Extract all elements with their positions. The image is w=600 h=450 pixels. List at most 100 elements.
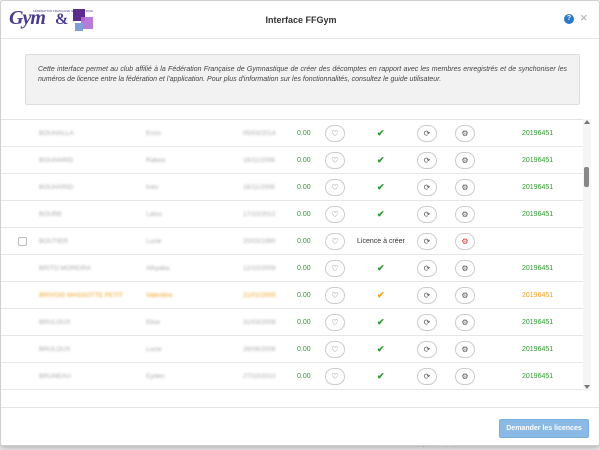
licence-number: 20196451: [522, 346, 554, 353]
table-row: BOUTIER Lucie 20/03/1990 0.00 ♡ Licence à cré…: [1, 228, 591, 255]
member-lastname: BOUHARID: [39, 184, 74, 191]
heart-icon[interactable]: ♡: [325, 152, 345, 169]
licence-number: 20196451: [522, 184, 554, 191]
gear-icon[interactable]: ⚙: [455, 125, 475, 142]
gear-icon[interactable]: ⚙: [455, 152, 475, 169]
member-score: 0.00: [297, 346, 311, 353]
check-icon: ✔: [377, 371, 385, 381]
member-lastname: BOURE: [39, 211, 63, 218]
member-score: 0.00: [297, 184, 311, 191]
heart-icon[interactable]: ♡: [325, 368, 345, 385]
check-icon: ✔: [377, 182, 385, 192]
member-lastname: BRITO MOREIRA: [39, 265, 91, 272]
check-icon: ✔: [377, 263, 385, 273]
member-score: 0.00: [297, 292, 311, 299]
member-firstname: Inès: [146, 184, 159, 191]
sync-icon[interactable]: ⟳: [417, 125, 437, 142]
heart-icon[interactable]: ♡: [325, 233, 345, 250]
close-icon[interactable]: ×: [580, 11, 588, 25]
sync-icon[interactable]: ⟳: [417, 368, 437, 385]
sync-icon[interactable]: ⟳: [417, 314, 437, 331]
member-score: 0.00: [297, 130, 311, 137]
licence-number: 20196451: [522, 292, 554, 299]
member-lastname: BRULOUX: [39, 319, 71, 326]
table-row: BOUHARID Inès 16/11/2006 0.00 ♡ ✔ ⟳ ⚙ 20196451: [1, 174, 591, 201]
table-row: BRITO MOREIRA Alhyaba 12/10/2009 0.00 ♡ ✔ ⟳ ⚙ 20…: [1, 255, 591, 282]
member-score: 0.00: [297, 238, 311, 245]
member-birthdate: 27/10/2010: [243, 373, 276, 380]
heart-icon[interactable]: ♡: [325, 179, 345, 196]
gear-icon[interactable]: ⚙: [455, 179, 475, 196]
member-lastname: BRUNEAU: [39, 373, 71, 380]
sync-icon[interactable]: ⟳: [417, 179, 437, 196]
member-lastname: BOUHARID: [39, 157, 74, 164]
member-birthdate: 26/06/2008: [243, 346, 276, 353]
check-icon: ✔: [377, 155, 385, 165]
member-firstname: Rabea: [146, 157, 166, 164]
sync-icon[interactable]: ⟳: [417, 287, 437, 304]
check-icon: ✔: [377, 290, 385, 300]
member-firstname: Alhyaba: [146, 265, 170, 272]
member-birthdate: 20/03/1990: [243, 238, 276, 245]
modal-footer: Demander les licences: [1, 407, 599, 445]
info-box: Cette interface permet au club affilié à…: [25, 54, 580, 105]
member-firstname: Lalou: [146, 211, 162, 218]
help-icon[interactable]: ?: [564, 14, 574, 24]
heart-icon[interactable]: ♡: [325, 206, 345, 223]
heart-icon[interactable]: ♡: [325, 287, 345, 304]
sync-icon[interactable]: ⟳: [417, 233, 437, 250]
member-score: 0.00: [297, 211, 311, 218]
sync-icon[interactable]: ⟳: [417, 341, 437, 358]
member-firstname: Lucie: [146, 346, 162, 353]
gear-icon[interactable]: ⚙: [455, 368, 475, 385]
sync-icon[interactable]: ⟳: [417, 260, 437, 277]
table-row: BOUHALLA Enzo 05/03/2014 0.00 ♡ ✔ ⟳ ⚙ 20196451: [1, 120, 591, 147]
scroll-up-arrow[interactable]: [584, 120, 590, 124]
check-icon: ✔: [377, 344, 385, 354]
ffgym-modal: Gym FÉDÉRATION FRANÇAISE GYMNASTIQUE & I…: [0, 0, 600, 446]
licence-to-create-label: Licence à créer: [357, 238, 405, 245]
member-birthdate: 16/11/2006: [243, 157, 276, 164]
licence-number: 20196451: [522, 373, 554, 380]
scroll-down-arrow[interactable]: [584, 385, 590, 389]
request-licences-button[interactable]: Demander les licences: [499, 419, 589, 438]
member-lastname: BRULOUX: [39, 346, 71, 353]
licence-number: 20196451: [522, 319, 554, 326]
scroll-thumb[interactable]: [584, 167, 589, 187]
row-checkbox[interactable]: [18, 237, 27, 246]
gear-icon[interactable]: ⚙: [455, 314, 475, 331]
member-score: 0.00: [297, 265, 311, 272]
member-firstname: Enzo: [146, 130, 161, 137]
check-icon: ✔: [377, 317, 385, 327]
member-birthdate: 31/03/2008: [243, 319, 276, 326]
sync-icon[interactable]: ⟳: [417, 152, 437, 169]
member-firstname: Lucie: [146, 238, 162, 245]
licence-number: 20196451: [522, 157, 554, 164]
member-birthdate: 21/01/2005: [243, 292, 276, 299]
member-firstname: Valentine: [146, 292, 173, 299]
member-lastname: BRIVOIS MASSOTTE PETIT: [39, 292, 124, 299]
gear-icon[interactable]: ⚙: [455, 341, 475, 358]
member-birthdate: 17/10/2012: [243, 211, 276, 218]
heart-icon[interactable]: ♡: [325, 260, 345, 277]
table-row: BRIVOIS MASSOTTE PETIT Valentine 21/01/200…: [1, 282, 591, 309]
member-score: 0.00: [297, 319, 311, 326]
member-birthdate: 16/11/2006: [243, 184, 276, 191]
licence-number: 20196451: [522, 211, 554, 218]
check-icon: ✔: [377, 128, 385, 138]
member-score: 0.00: [297, 373, 311, 380]
table-row: BOURE Lalou 17/10/2012 0.00 ♡ ✔ ⟳ ⚙ 20196451: [1, 201, 591, 228]
member-firstname: Elise: [146, 319, 161, 326]
gear-icon[interactable]: ⚙: [455, 206, 475, 223]
gear-icon[interactable]: ⚙: [455, 260, 475, 277]
gear-icon[interactable]: ⚙: [455, 287, 475, 304]
heart-icon[interactable]: ♡: [325, 341, 345, 358]
table-scrollbar[interactable]: [583, 119, 591, 391]
heart-icon[interactable]: ♡: [325, 125, 345, 142]
member-firstname: Eyden: [146, 373, 165, 380]
heart-icon[interactable]: ♡: [325, 314, 345, 331]
modal-title: Interface FFGym: [265, 15, 337, 25]
sync-icon[interactable]: ⟳: [417, 206, 437, 223]
licence-number: 20196451: [522, 265, 554, 272]
gear-icon[interactable]: ⚙: [455, 233, 475, 250]
